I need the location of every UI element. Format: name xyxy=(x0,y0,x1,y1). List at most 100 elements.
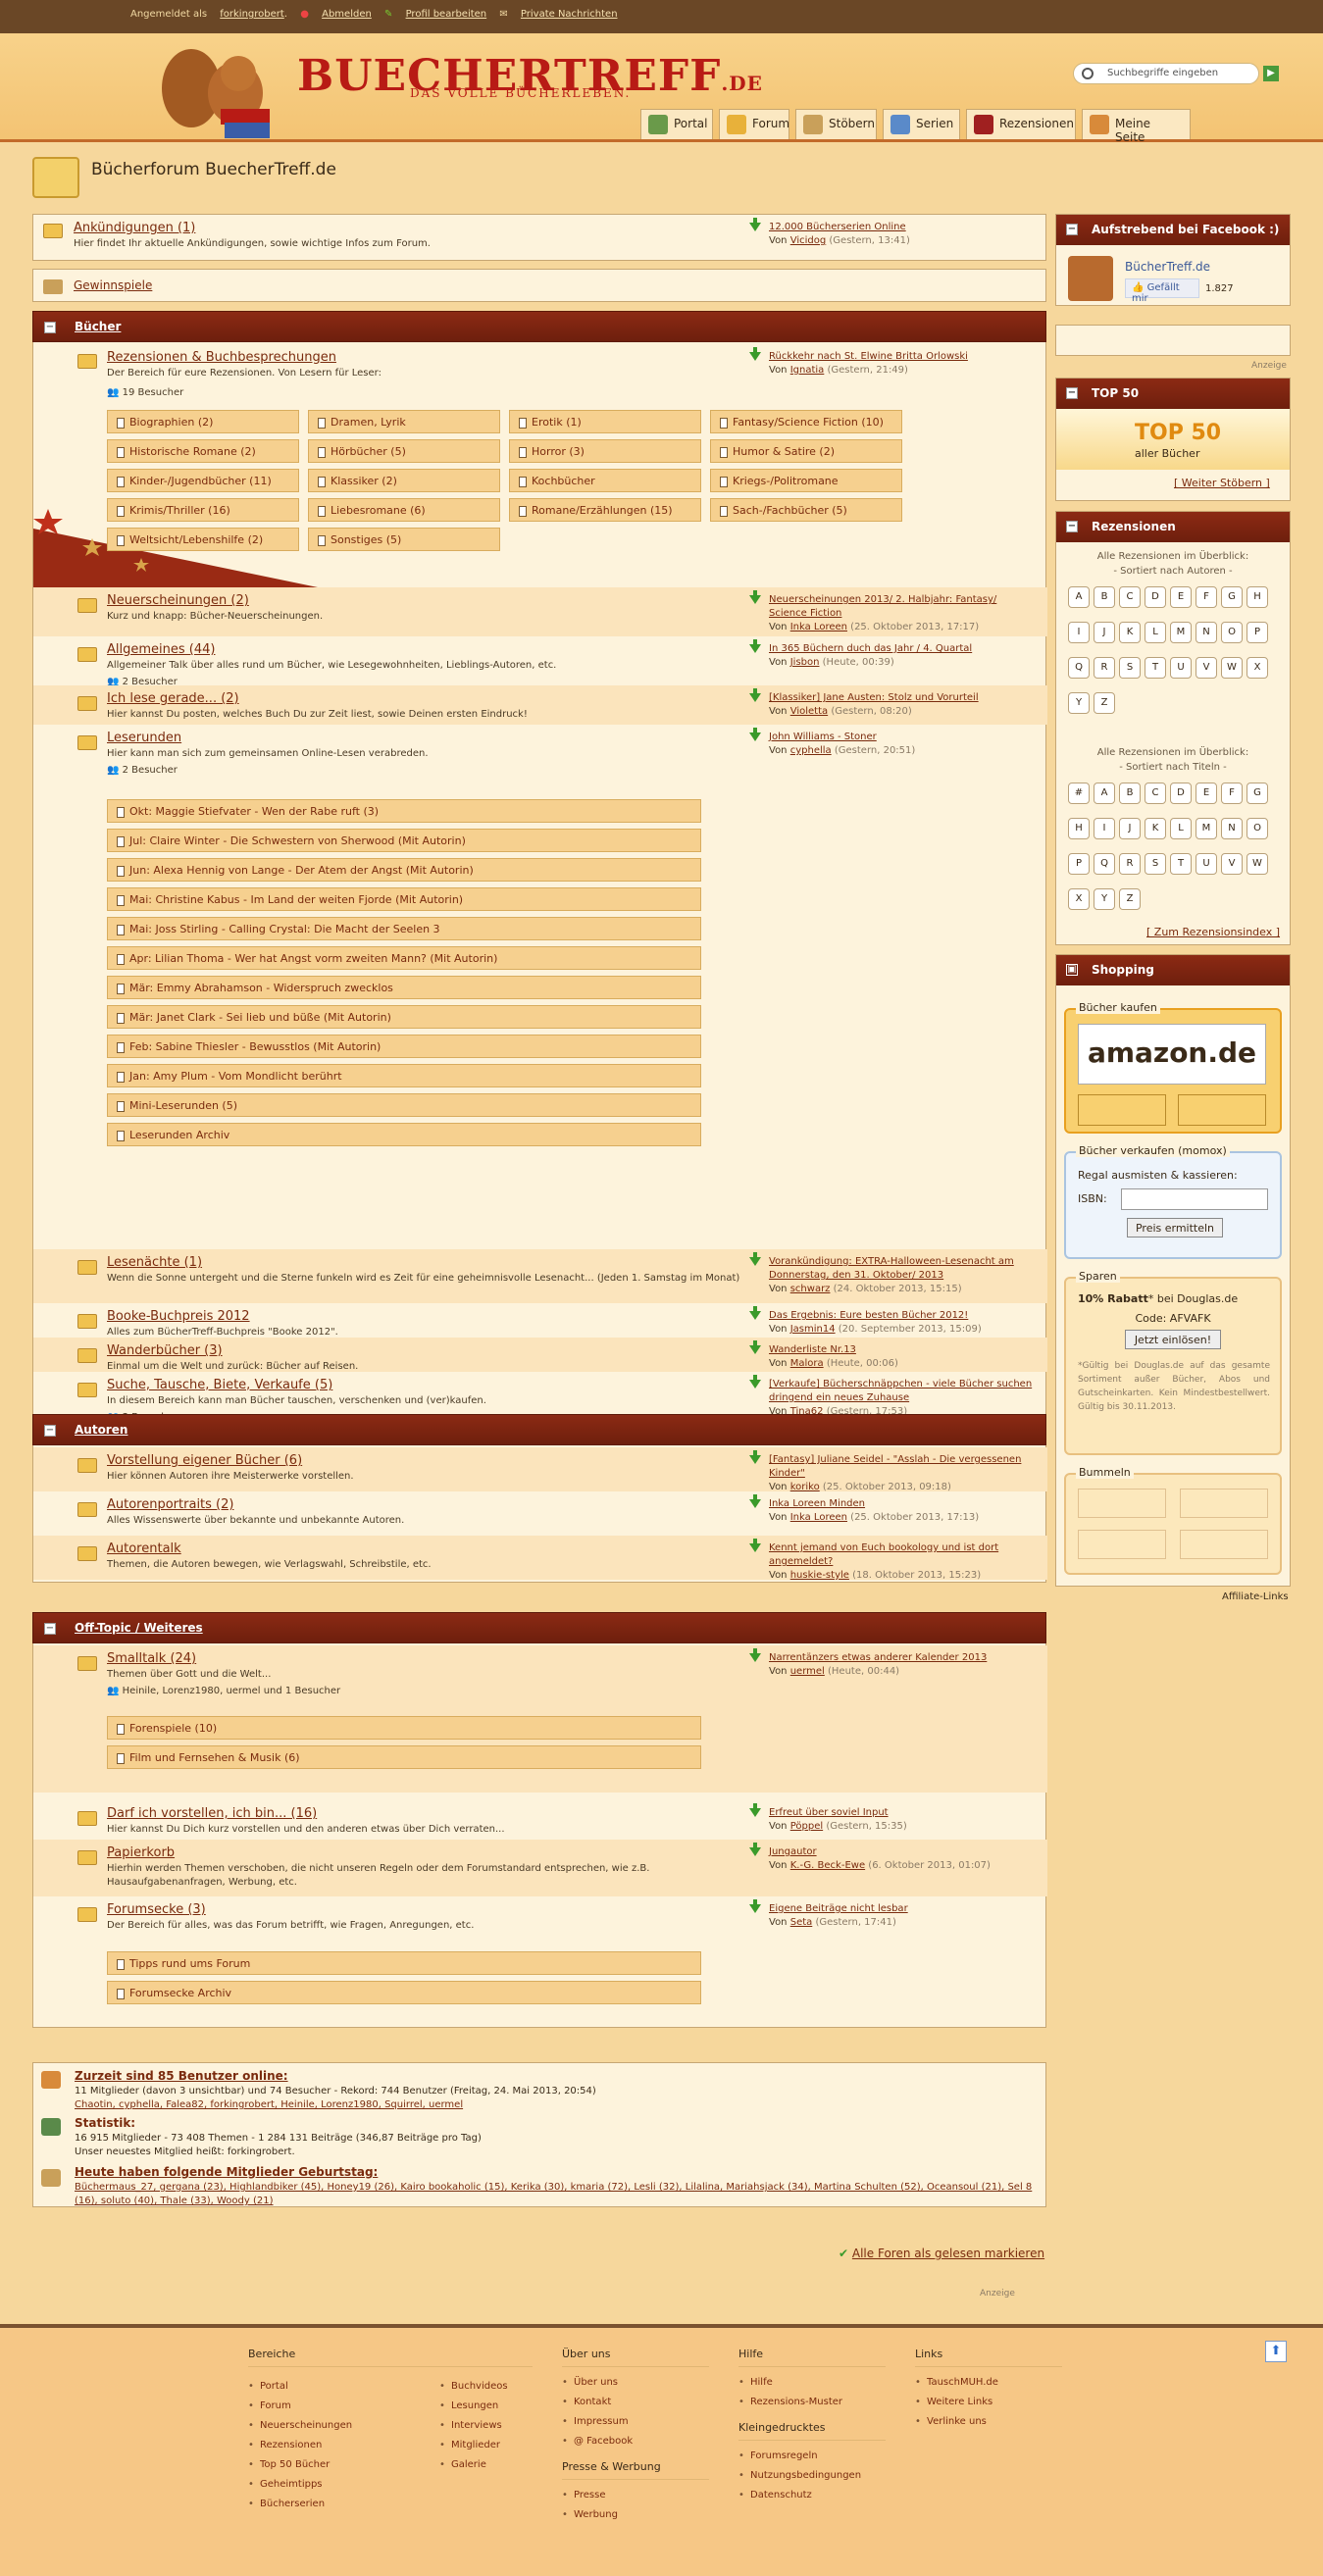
last-post-link[interactable]: [Klassiker] Jane Austen: Stolz und Vorur… xyxy=(769,692,979,703)
footer-link[interactable]: Portal xyxy=(248,2381,385,2392)
last-post-user[interactable]: Inka Loreen xyxy=(790,622,847,632)
online-title-link[interactable]: Zurzeit sind 85 Benutzer online: xyxy=(75,2069,288,2083)
leserunde-link[interactable]: Mär: Janet Clark - Sei lieb und büße (Mi… xyxy=(107,1005,701,1029)
last-post-link[interactable]: Das Ergebnis: Eure besten Bücher 2012! xyxy=(769,1310,968,1321)
footer-link[interactable]: Verlinke uns xyxy=(915,2416,1062,2427)
footer-link[interactable]: Weitere Links xyxy=(915,2397,1062,2407)
letter-link[interactable]: Z xyxy=(1119,888,1141,910)
category-link[interactable]: Bücher xyxy=(75,320,121,333)
footer-link[interactable]: Presse xyxy=(562,2490,709,2500)
subforum-link[interactable]: Sonstiges (5) xyxy=(308,528,500,551)
letter-link[interactable]: L xyxy=(1170,818,1192,839)
subforum-link[interactable]: Krimis/Thriller (16) xyxy=(107,498,299,522)
forum-title-link[interactable]: Ich lese gerade... (2) xyxy=(107,691,239,706)
footer-link[interactable]: Galerie xyxy=(439,2459,533,2470)
last-post-arrow-icon[interactable] xyxy=(749,1252,761,1266)
leserunde-link[interactable]: Okt: Maggie Stiefvater - Wen der Rabe ru… xyxy=(107,799,701,823)
subforum-link[interactable]: Film und Fernsehen & Musik (6) xyxy=(107,1745,701,1769)
last-post-link[interactable]: [Fantasy] Juliane Seidel - "Asslah - Die… xyxy=(769,1454,1021,1465)
last-post-link[interactable]: [Verkaufe] Bücherschnäppchen - viele Büc… xyxy=(769,1379,1032,1389)
subforum-link[interactable]: Humor & Satire (2) xyxy=(710,439,902,463)
last-post-link[interactable]: Jungautor xyxy=(769,1846,817,1857)
letter-link[interactable]: V xyxy=(1196,657,1217,679)
last-post-arrow-icon[interactable] xyxy=(749,1340,761,1354)
subforum-link[interactable]: Horror (3) xyxy=(509,439,701,463)
collapse-icon[interactable]: − xyxy=(44,322,56,333)
leserunde-link[interactable]: Mär: Emmy Abrahamson - Widerspruch zweck… xyxy=(107,976,701,999)
gewinnspiele-link[interactable]: Gewinnspiele xyxy=(74,278,152,292)
leserunde-link[interactable]: Mai: Christine Kabus - Im Land der weite… xyxy=(107,887,701,911)
forum-title-link[interactable]: Booke-Buchpreis 2012 xyxy=(107,1309,250,1324)
amazon-ad-left[interactable] xyxy=(1078,1094,1166,1126)
footer-link[interactable]: Nutzungsbedingungen xyxy=(738,2470,886,2481)
last-post-arrow-icon[interactable] xyxy=(749,639,761,653)
footer-link[interactable]: Geheimtipps xyxy=(248,2479,385,2490)
tab-forum[interactable]: Forum xyxy=(719,109,789,139)
last-post-link[interactable]: Eigene Beiträge nicht lesbar xyxy=(769,1903,908,1914)
leserunde-link[interactable]: Mai: Joss Stirling - Calling Crystal: Di… xyxy=(107,917,701,940)
letter-link[interactable]: U xyxy=(1196,853,1217,875)
subforum-link[interactable]: Kochbücher xyxy=(509,469,701,492)
bummeln-ad[interactable] xyxy=(1180,1530,1268,1559)
last-post-link[interactable]: Rückkehr nach St. Elwine Britta Orlowski xyxy=(769,351,968,362)
letter-link[interactable]: H xyxy=(1068,818,1090,839)
last-post-link-2[interactable]: Donnerstag, den 31. Oktober/ 2013 xyxy=(769,1270,943,1281)
last-post-link-2[interactable]: Kinder" xyxy=(769,1468,805,1479)
footer-link[interactable]: Hilfe xyxy=(738,2377,886,2388)
letter-link[interactable]: N xyxy=(1221,818,1243,839)
letter-link[interactable]: V xyxy=(1221,853,1243,875)
letter-link[interactable]: R xyxy=(1119,853,1141,875)
last-post-arrow-icon[interactable] xyxy=(749,1539,761,1552)
bummeln-ad[interactable] xyxy=(1180,1489,1268,1518)
letter-link[interactable]: K xyxy=(1145,818,1166,839)
letter-link[interactable]: J xyxy=(1119,818,1141,839)
bummeln-ad[interactable] xyxy=(1078,1530,1166,1559)
forum-title-link[interactable]: Autorentalk xyxy=(107,1541,181,1556)
last-post-user[interactable]: Malora xyxy=(790,1358,824,1369)
last-post-arrow-icon[interactable] xyxy=(749,1899,761,1913)
footer-link[interactable]: Forumsregeln xyxy=(738,2450,886,2461)
forum-title-link[interactable]: Smalltalk (24) xyxy=(107,1651,196,1666)
letter-link[interactable]: J xyxy=(1094,622,1115,643)
last-post-arrow-icon[interactable] xyxy=(749,1803,761,1817)
leserunde-link[interactable]: Jun: Alexa Hennig von Lange - Der Atem d… xyxy=(107,858,701,882)
letter-link[interactable]: U xyxy=(1170,657,1192,679)
facebook-page-link[interactable]: BücherTreff.de xyxy=(1125,260,1210,274)
birthday-title-link[interactable]: Heute haben folgende Mitglieder Geburtst… xyxy=(75,2165,378,2179)
letter-link[interactable]: T xyxy=(1170,853,1192,875)
last-post-arrow-icon[interactable] xyxy=(749,688,761,702)
leserunde-link[interactable]: Mini-Leserunden (5) xyxy=(107,1093,701,1117)
last-post-user[interactable]: Pöppel xyxy=(790,1821,823,1832)
footer-link[interactable]: Bücherserien xyxy=(248,2499,385,2509)
subforum-link[interactable]: Dramen, Lyrik xyxy=(308,410,500,433)
leserunde-link[interactable]: Feb: Sabine Thiesler - Bewusstlos (Mit A… xyxy=(107,1035,701,1058)
letter-link[interactable]: A xyxy=(1094,783,1115,804)
collapse-icon[interactable]: − xyxy=(44,1623,56,1635)
last-post-arrow-icon[interactable] xyxy=(749,218,761,231)
redeem-button[interactable]: Jetzt einlösen! xyxy=(1125,1330,1221,1349)
tab-serien[interactable]: Serien xyxy=(883,109,960,139)
last-post-user[interactable]: K.-G. Beck-Ewe xyxy=(790,1860,865,1871)
subforum-link[interactable]: Sach-/Fachbücher (5) xyxy=(710,498,902,522)
footer-link[interactable]: Buchvideos xyxy=(439,2381,533,2392)
forum-title-link[interactable]: Allgemeines (44) xyxy=(107,642,215,657)
footer-link[interactable]: @ Facebook xyxy=(562,2436,709,2447)
last-post-user[interactable]: schwarz xyxy=(790,1284,831,1294)
footer-link[interactable]: Neuerscheinungen xyxy=(248,2420,385,2431)
subforum-link[interactable]: Historische Romane (2) xyxy=(107,439,299,463)
footer-link[interactable]: Rezensions-Muster xyxy=(738,2397,886,2407)
last-post-user[interactable]: Ignatia xyxy=(790,365,825,376)
letter-link[interactable]: K xyxy=(1119,622,1141,643)
footer-link[interactable]: Top 50 Bücher xyxy=(248,2459,385,2470)
letter-link[interactable]: D xyxy=(1170,783,1192,804)
leserunde-link[interactable]: Leserunden Archiv xyxy=(107,1123,701,1146)
last-post-arrow-icon[interactable] xyxy=(749,347,761,361)
footer-link[interactable]: TauschMUH.de xyxy=(915,2377,1062,2388)
letter-link[interactable]: E xyxy=(1170,586,1192,608)
private-messages-link[interactable]: Private Nachrichten xyxy=(521,9,618,20)
leserunde-link[interactable]: Jan: Amy Plum - Vom Mondlicht berührt xyxy=(107,1064,701,1087)
letter-link[interactable]: X xyxy=(1247,657,1268,679)
letter-link[interactable]: P xyxy=(1247,622,1268,643)
tab-rezensionen[interactable]: Rezensionen xyxy=(966,109,1076,139)
collapse-icon[interactable]: − xyxy=(1066,224,1078,235)
